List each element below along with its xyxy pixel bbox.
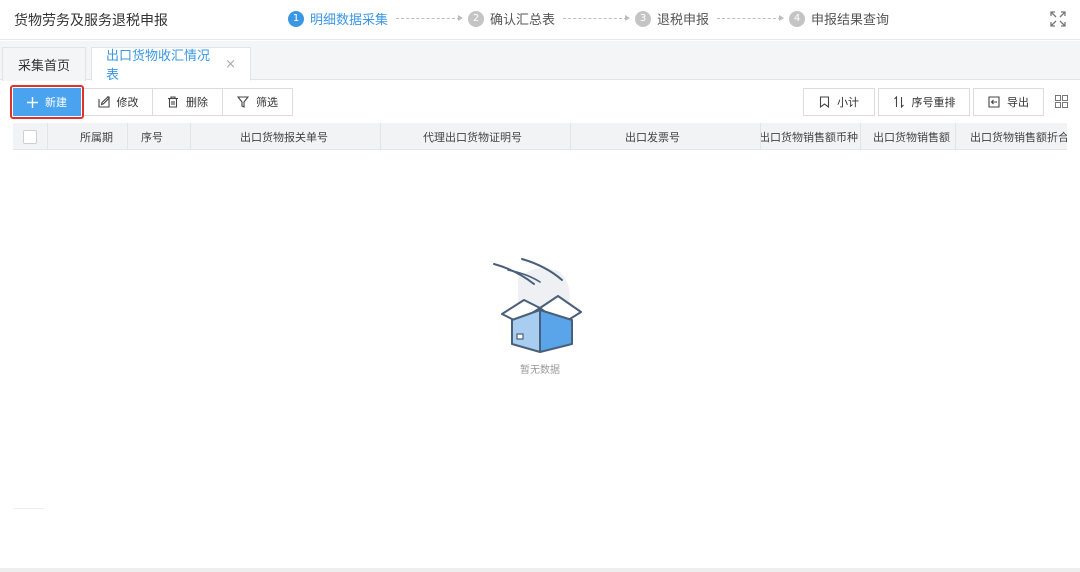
app-header: 货物劳务及服务退税申报 1 明细数据采集 2 确认汇总表 3 退税申报 4 申报… <box>0 0 1080 40</box>
column-header[interactable]: 所属期 <box>48 123 128 150</box>
step-number: 3 <box>635 10 652 27</box>
tab-label: 出口货物收汇情况表 <box>106 49 211 83</box>
step-1[interactable]: 1 明细数据采集 <box>288 9 388 28</box>
tab-home[interactable]: 采集首页 <box>2 47 86 81</box>
empty-box-icon <box>493 258 582 353</box>
export-button-label: 导出 <box>1007 96 1029 109</box>
bottom-border <box>0 568 1080 572</box>
subtotal-button[interactable]: 小计 <box>803 88 875 116</box>
toolbar: 新建 修改 删除 筛选 小计 序号重排 导出 <box>0 81 1080 121</box>
column-header[interactable]: 出口货物销售额币种 <box>761 123 861 150</box>
column-header[interactable]: 出口货物销售额折合 <box>956 123 1067 150</box>
column-header[interactable]: 出口货物报关单号 <box>191 123 381 150</box>
reorder-button[interactable]: 序号重排 <box>878 88 970 116</box>
column-header[interactable]: 序号 <box>128 123 191 150</box>
edit-icon <box>97 96 110 108</box>
delete-button[interactable]: 删除 <box>152 88 223 116</box>
step-arrow-icon <box>563 15 631 21</box>
column-header[interactable]: 出口货物销售额 <box>861 123 956 150</box>
new-button-highlight <box>10 85 84 119</box>
subtotal-button-label: 小计 <box>837 96 859 109</box>
filter-button-label: 筛选 <box>256 96 278 109</box>
export-button[interactable]: 导出 <box>973 88 1044 116</box>
fullscreen-icon[interactable] <box>1050 11 1066 27</box>
tab-bar: 采集首页 出口货物收汇情况表 × <box>0 41 1080 83</box>
select-all-checkbox[interactable] <box>23 129 37 144</box>
table-header: 所属期 序号 出口货物报关单号 代理出口货物证明号 出口发票号 出口货物销售额币… <box>13 123 1067 150</box>
edit-button-label: 修改 <box>116 96 139 109</box>
sort-icon <box>893 96 904 108</box>
column-header[interactable]: 代理出口货物证明号 <box>381 123 571 150</box>
step-label: 退税申报 <box>657 13 710 28</box>
bookmark-icon <box>819 96 830 108</box>
filter-button[interactable]: 筛选 <box>222 88 293 116</box>
empty-state-text: 暂无数据 <box>520 365 560 376</box>
divider <box>14 508 44 509</box>
step-number: 4 <box>789 10 806 27</box>
delete-button-label: 删除 <box>186 96 208 109</box>
grid-icon[interactable] <box>1055 95 1068 108</box>
page-title: 货物劳务及服务退税申报 <box>14 13 168 29</box>
tab-export-receipts[interactable]: 出口货物收汇情况表 × <box>91 47 251 83</box>
step-number: 1 <box>288 10 304 27</box>
tab-label: 采集首页 <box>17 59 70 74</box>
column-header[interactable]: 出口发票号 <box>571 123 761 150</box>
export-icon <box>988 96 1000 108</box>
step-4[interactable]: 4 申报结果查询 <box>789 9 889 28</box>
step-label: 确认汇总表 <box>490 13 556 28</box>
reorder-button-label: 序号重排 <box>911 96 956 109</box>
filter-icon <box>237 96 249 108</box>
edit-button[interactable]: 修改 <box>83 88 153 116</box>
step-arrow-icon <box>396 15 464 21</box>
step-label: 明细数据采集 <box>310 13 389 28</box>
select-all-cell <box>13 123 48 150</box>
close-icon[interactable]: × <box>225 57 236 72</box>
trash-icon <box>168 96 178 108</box>
step-indicator: 1 明细数据采集 2 确认汇总表 3 退税申报 4 申报结果查询 <box>288 9 889 28</box>
step-2[interactable]: 2 确认汇总表 <box>468 9 555 28</box>
step-3[interactable]: 3 退税申报 <box>635 9 709 28</box>
step-number: 2 <box>468 10 485 27</box>
step-label: 申报结果查询 <box>811 13 890 28</box>
step-arrow-icon <box>717 15 785 21</box>
